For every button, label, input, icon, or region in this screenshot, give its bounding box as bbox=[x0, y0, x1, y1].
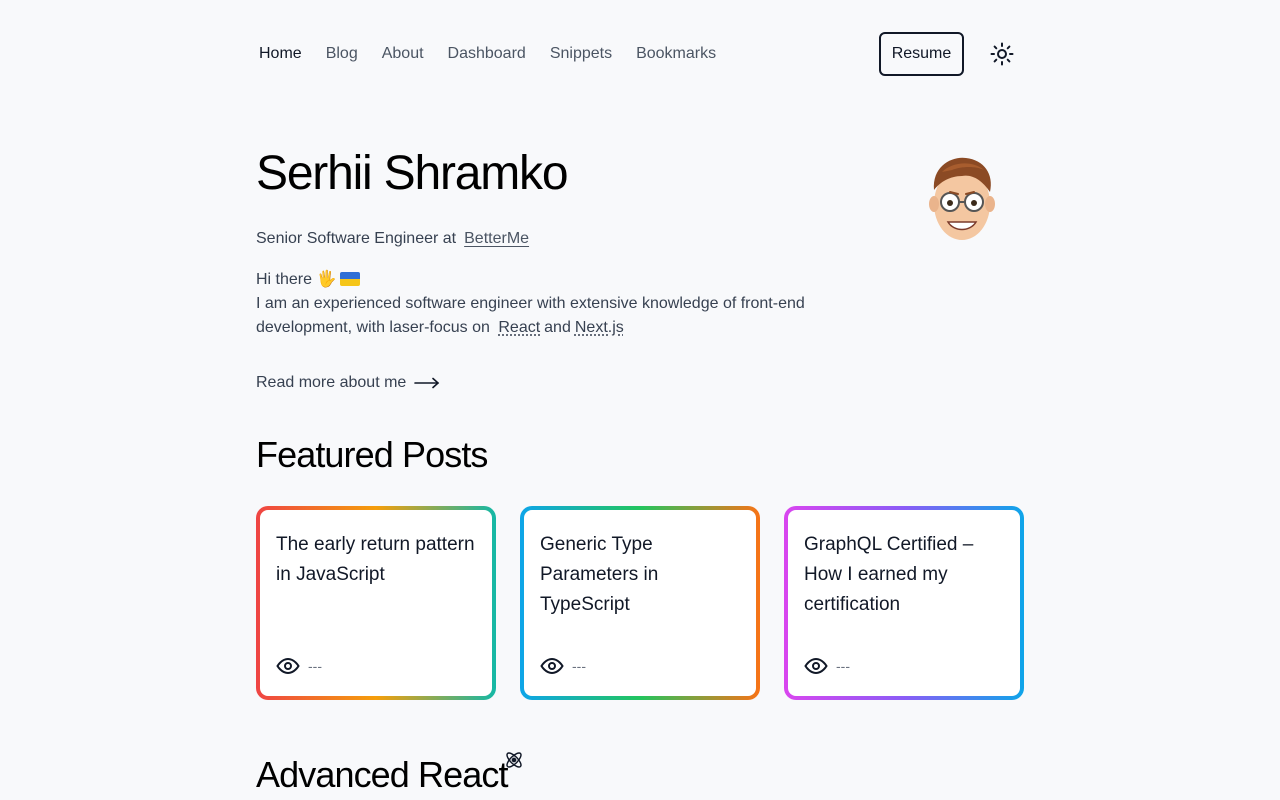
hero-name: Serhii Shramko bbox=[256, 147, 569, 200]
arrow-right-icon bbox=[414, 377, 440, 389]
theme-toggle-button[interactable] bbox=[990, 42, 1014, 66]
page: Home Blog About Dashboard Snippets Bookm… bbox=[0, 0, 1280, 800]
and-text: and bbox=[544, 319, 571, 336]
greeting-text: Hi there 🖐 bbox=[256, 271, 337, 288]
memoji-avatar bbox=[929, 157, 995, 240]
nav-links: Home Blog About Dashboard Snippets Bookm… bbox=[259, 45, 716, 63]
post-title: The early return pattern in JavaScript bbox=[276, 534, 475, 585]
post-title: GraphQL Certified – How I earned my cert… bbox=[804, 534, 974, 615]
nav-snippets[interactable]: Snippets bbox=[550, 45, 612, 63]
post-card[interactable]: Generic Type Parameters in TypeScript --… bbox=[520, 506, 760, 700]
resume-button[interactable]: Resume bbox=[879, 32, 964, 76]
top-navigation: Home Blog About Dashboard Snippets Bookm… bbox=[256, 32, 1024, 76]
nextjs-link[interactable]: Next.js bbox=[575, 319, 624, 336]
nav-bookmarks[interactable]: Bookmarks bbox=[636, 45, 716, 63]
react-icon bbox=[506, 752, 522, 768]
post-card[interactable]: The early return pattern in JavaScript -… bbox=[256, 506, 496, 700]
advanced-react-heading: Advanced React bbox=[256, 754, 508, 795]
hero-intro: Hi there 🖐 I am an experienced software … bbox=[256, 268, 816, 340]
post-card-body: GraphQL Certified – How I earned my cert… bbox=[788, 510, 1020, 696]
read-more-label: Read more about me bbox=[256, 374, 407, 391]
role-text: Senior Software Engineer at bbox=[256, 230, 457, 247]
eye-icon bbox=[540, 657, 564, 675]
greeting-line: Hi there 🖐 bbox=[256, 268, 816, 292]
nav-home[interactable]: Home bbox=[259, 45, 302, 63]
hero-role: Senior Software Engineer at BetterMe bbox=[256, 230, 529, 248]
post-card-body: The early return pattern in JavaScript -… bbox=[260, 510, 492, 696]
post-views: --- bbox=[804, 654, 850, 678]
featured-posts-list: The early return pattern in JavaScript -… bbox=[256, 506, 1024, 700]
featured-posts-heading: Featured Posts bbox=[256, 434, 488, 475]
post-views: --- bbox=[540, 654, 586, 678]
eye-icon bbox=[276, 657, 300, 675]
post-card-body: Generic Type Parameters in TypeScript --… bbox=[524, 510, 756, 696]
post-title: Generic Type Parameters in TypeScript bbox=[540, 534, 659, 615]
intro-paragraph: I am an experienced software engineer wi… bbox=[256, 292, 816, 340]
view-count: --- bbox=[836, 658, 850, 674]
react-link[interactable]: React bbox=[498, 319, 540, 336]
post-views: --- bbox=[276, 654, 322, 678]
sun-icon bbox=[990, 42, 1014, 66]
view-count: --- bbox=[572, 658, 586, 674]
eye-icon bbox=[804, 657, 828, 675]
view-count: --- bbox=[308, 658, 322, 674]
nav-dashboard[interactable]: Dashboard bbox=[448, 45, 526, 63]
read-more-link[interactable]: Read more about me bbox=[256, 374, 440, 392]
company-link[interactable]: BetterMe bbox=[464, 230, 529, 248]
nav-blog[interactable]: Blog bbox=[326, 45, 358, 63]
ukraine-flag-icon bbox=[340, 272, 361, 286]
nav-about[interactable]: About bbox=[382, 45, 424, 63]
post-card[interactable]: GraphQL Certified – How I earned my cert… bbox=[784, 506, 1024, 700]
